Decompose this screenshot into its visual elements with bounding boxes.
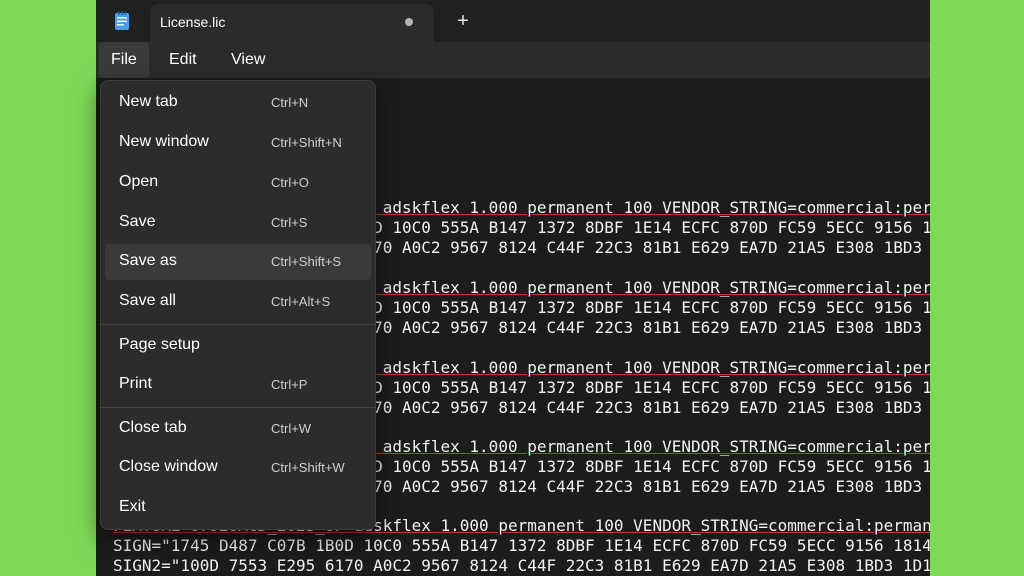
menu-item-label: Save all [119, 292, 176, 309]
editor-line: SIGN="1745 D487 C07B 1B0D 10C0 555A B147… [113, 536, 930, 555]
menu-item-close-window[interactable]: Close window Ctrl+Shift+W [105, 450, 371, 486]
tab-title: License.lic [160, 14, 226, 30]
menu-item-label: Save as [119, 252, 177, 269]
menu-item-shortcut: Ctrl+Alt+S [271, 294, 331, 309]
menu-item-label: Exit [119, 498, 146, 515]
menu-item-label: Page setup [119, 336, 200, 353]
menu-item-save[interactable]: Save Ctrl+S [105, 205, 371, 241]
menu-item-page-setup[interactable]: Page setup [105, 328, 371, 364]
unsaved-dot-icon[interactable] [405, 18, 413, 26]
menu-item-shortcut: Ctrl+S [271, 215, 308, 230]
menu-bar: File Edit View [96, 42, 930, 78]
new-tab-button[interactable]: + [452, 9, 474, 33]
menu-item-label: Close tab [119, 419, 187, 436]
menu-item-exit[interactable]: Exit [105, 490, 371, 526]
file-menu-dropdown: New tab Ctrl+N New window Ctrl+Shift+N O… [100, 80, 376, 530]
menu-item-label: Save [119, 213, 156, 230]
menu-item-new-window[interactable]: New window Ctrl+Shift+N [105, 125, 371, 161]
menu-item-shortcut: Ctrl+N [271, 95, 309, 110]
menu-item-save-as[interactable]: Save as Ctrl+Shift+S [105, 244, 371, 280]
tab-license[interactable]: License.lic [150, 4, 434, 42]
menu-item-shortcut: Ctrl+Shift+S [271, 254, 342, 269]
menu-item-open[interactable]: Open Ctrl+O [105, 165, 371, 201]
menu-separator [101, 324, 375, 325]
menu-item-shortcut: Ctrl+Shift+W [271, 460, 345, 475]
menu-item-shortcut: Ctrl+O [271, 175, 309, 190]
notepad-icon [115, 11, 129, 30]
menu-item-new-tab[interactable]: New tab Ctrl+N [105, 85, 371, 121]
menu-item-save-all[interactable]: Save all Ctrl+Alt+S [105, 284, 371, 320]
menu-item-label: Open [119, 173, 159, 190]
menu-item-label: New window [119, 133, 209, 150]
menu-item-label: Print [119, 375, 152, 392]
menu-item-label: Close window [119, 458, 218, 475]
menu-separator [101, 407, 375, 408]
menu-view[interactable]: View [219, 42, 277, 78]
menu-item-label: New tab [119, 93, 178, 110]
menu-edit[interactable]: Edit [157, 42, 209, 78]
menu-item-close-tab[interactable]: Close tab Ctrl+W [105, 411, 371, 447]
editor-line: SIGN2="100D 7553 E295 6170 A0C2 9567 812… [113, 556, 930, 575]
menu-file[interactable]: File [99, 42, 149, 78]
title-bar: License.lic + [96, 0, 930, 42]
menu-item-shortcut: Ctrl+Shift+N [271, 135, 342, 150]
menu-item-shortcut: Ctrl+P [271, 377, 308, 392]
menu-item-print[interactable]: Print Ctrl+P [105, 367, 371, 403]
menu-item-shortcut: Ctrl+W [271, 421, 312, 436]
